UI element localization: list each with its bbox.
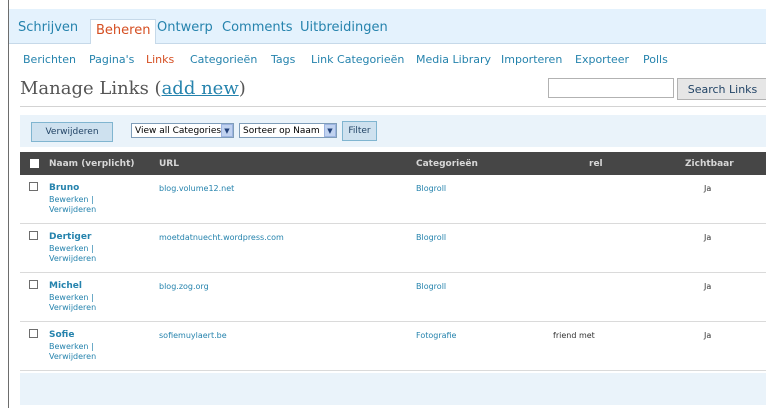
tablenav-top: Verwijderen View all Categories ▼ Sortee… xyxy=(20,115,766,147)
subnav-exporteer[interactable]: Exporteer xyxy=(575,53,629,66)
subnav-links[interactable]: Links xyxy=(146,53,174,66)
table-header: Naam (verplicht) URL Categorieën rel Zic… xyxy=(20,152,766,175)
tab-beheren[interactable]: Beheren xyxy=(90,19,157,47)
page-title-suffix: ) xyxy=(238,78,246,99)
table-row: Sofie Bewerken | Verwijderen sofiemuylae… xyxy=(20,322,766,371)
tab-comments[interactable]: Comments xyxy=(222,20,292,35)
search-links-button[interactable]: Search Links xyxy=(677,78,766,100)
edit-link[interactable]: Bewerken | xyxy=(49,293,96,303)
table-row: Bruno Bewerken | Verwijderen blog.volume… xyxy=(20,175,766,224)
add-new-link[interactable]: add new xyxy=(162,78,239,99)
link-url[interactable]: sofiemuylaert.be xyxy=(159,331,227,340)
row-checkbox[interactable] xyxy=(29,182,38,191)
link-visible: Ja xyxy=(704,282,712,291)
category-select-value: View all Categories xyxy=(135,125,222,136)
row-checkbox[interactable] xyxy=(29,329,38,338)
page-title-text: Manage Links ( xyxy=(20,78,162,99)
search-input[interactable] xyxy=(548,78,674,98)
subnav-tags[interactable]: Tags xyxy=(271,53,295,66)
edit-link[interactable]: Bewerken | xyxy=(49,195,96,205)
category-select[interactable]: View all Categories ▼ xyxy=(131,123,234,138)
row-actions: Bewerken | Verwijderen xyxy=(49,342,96,362)
page-title: Manage Links (add new) xyxy=(20,78,246,99)
delete-link[interactable]: Verwijderen xyxy=(49,205,96,215)
link-category[interactable]: Fotografie xyxy=(416,331,456,340)
chevron-down-icon: ▼ xyxy=(324,124,336,137)
row-actions: Bewerken | Verwijderen xyxy=(49,244,96,264)
link-rel: friend met xyxy=(553,331,595,340)
link-visible: Ja xyxy=(704,233,712,242)
subnav-paginas[interactable]: Pagina's xyxy=(89,53,134,66)
title-divider xyxy=(20,106,766,107)
link-url[interactable]: blog.zog.org xyxy=(159,282,209,291)
delete-link[interactable]: Verwijderen xyxy=(49,303,96,313)
link-name[interactable]: Dertiger xyxy=(49,232,91,242)
link-name[interactable]: Michel xyxy=(49,281,82,291)
link-category[interactable]: Blogroll xyxy=(416,184,446,193)
main-nav: Schrijven Beheren Ontwerp Comments Uitbr… xyxy=(9,9,766,47)
link-url[interactable]: moetdatnuecht.wordpress.com xyxy=(159,233,284,242)
link-category[interactable]: Blogroll xyxy=(416,233,446,242)
subnav-berichten[interactable]: Berichten xyxy=(23,53,76,66)
delete-link[interactable]: Verwijderen xyxy=(49,352,96,362)
edit-link[interactable]: Bewerken | xyxy=(49,244,96,254)
tab-uitbreidingen[interactable]: Uitbreidingen xyxy=(300,20,388,35)
link-url[interactable]: blog.volume12.net xyxy=(159,184,234,193)
select-all-checkbox[interactable] xyxy=(30,159,39,168)
subnav-link-categorieen[interactable]: Link Categorieën xyxy=(311,53,404,66)
sort-select-value: Sorteer op Naam xyxy=(243,125,320,136)
col-name[interactable]: Naam (verplicht) xyxy=(49,159,134,169)
delete-link[interactable]: Verwijderen xyxy=(49,254,96,264)
row-checkbox[interactable] xyxy=(29,280,38,289)
col-rel[interactable]: rel xyxy=(589,159,603,169)
row-actions: Bewerken | Verwijderen xyxy=(49,195,96,215)
row-checkbox[interactable] xyxy=(29,231,38,240)
delete-button[interactable]: Verwijderen xyxy=(31,122,113,142)
edit-link[interactable]: Bewerken | xyxy=(49,342,96,352)
subnav-media-library[interactable]: Media Library xyxy=(416,53,491,66)
subnav-categorieen[interactable]: Categorieën xyxy=(190,53,257,66)
table-row: Michel Bewerken | Verwijderen blog.zog.o… xyxy=(20,273,766,322)
links-table: Naam (verplicht) URL Categorieën rel Zic… xyxy=(20,152,766,371)
sub-nav: Berichten Pagina's Links Categorieën Tag… xyxy=(9,44,766,72)
tab-schrijven[interactable]: Schrijven xyxy=(18,20,78,35)
col-url[interactable]: URL xyxy=(159,159,179,169)
tablenav-bottom xyxy=(20,373,766,405)
tab-ontwerp[interactable]: Ontwerp xyxy=(157,20,213,35)
link-name[interactable]: Sofie xyxy=(49,330,74,340)
link-visible: Ja xyxy=(704,184,712,193)
chevron-down-icon: ▼ xyxy=(221,124,233,137)
sort-select[interactable]: Sorteer op Naam ▼ xyxy=(239,123,337,138)
table-row: Dertiger Bewerken | Verwijderen moetdatn… xyxy=(20,224,766,273)
link-name[interactable]: Bruno xyxy=(49,183,79,193)
link-visible: Ja xyxy=(704,331,712,340)
subnav-importeren[interactable]: Importeren xyxy=(501,53,562,66)
filter-button[interactable]: Filter xyxy=(342,121,377,141)
col-categories[interactable]: Categorieën xyxy=(416,159,478,169)
top-strip xyxy=(9,0,766,9)
col-visible[interactable]: Zichtbaar xyxy=(685,159,734,169)
row-actions: Bewerken | Verwijderen xyxy=(49,293,96,313)
subnav-polls[interactable]: Polls xyxy=(643,53,668,66)
link-category[interactable]: Blogroll xyxy=(416,282,446,291)
